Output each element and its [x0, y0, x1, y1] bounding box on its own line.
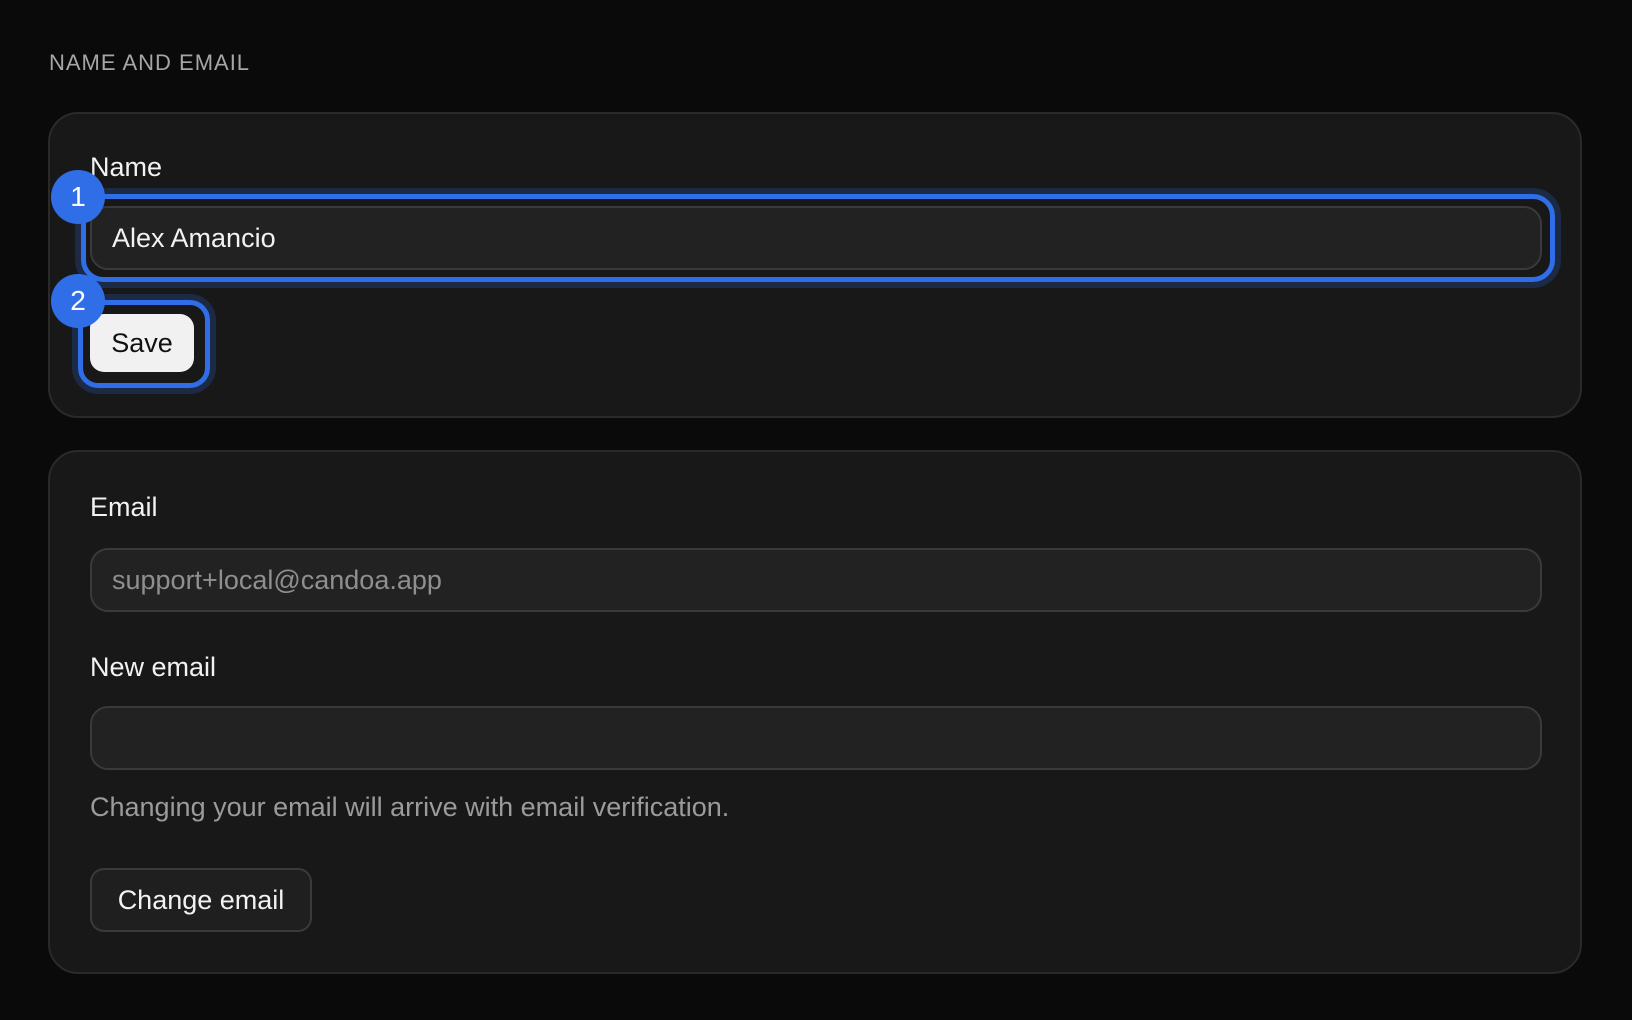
email-field	[90, 548, 1542, 612]
change-email-button[interactable]: Change email	[90, 868, 312, 932]
name-card: Name Save	[48, 112, 1582, 418]
section-heading: NAME AND EMAIL	[49, 50, 251, 75]
new-email-label: New email	[90, 652, 217, 682]
save-button[interactable]: Save	[90, 314, 194, 372]
email-help-text: Changing your email will arrive with ema…	[90, 792, 730, 822]
name-label: Name	[90, 152, 163, 182]
settings-page: NAME AND EMAIL Name Save Email New email…	[0, 0, 1632, 1020]
email-label: Email	[90, 492, 158, 522]
new-email-input[interactable]	[90, 706, 1542, 770]
name-input[interactable]	[90, 206, 1542, 270]
email-card: Email New email Changing your email will…	[48, 450, 1582, 974]
